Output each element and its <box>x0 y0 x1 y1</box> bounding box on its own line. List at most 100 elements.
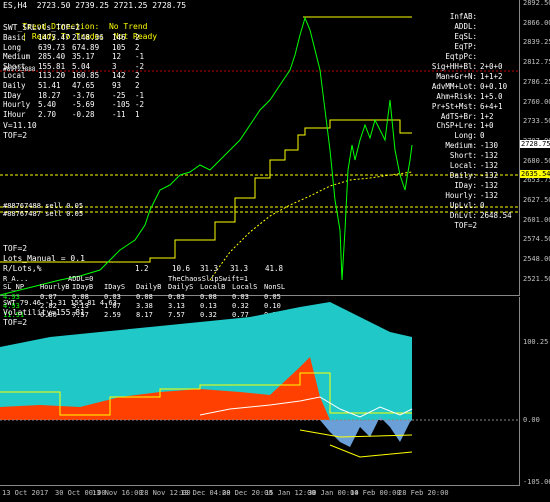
price-tick: 2733.50 <box>523 117 550 126</box>
risk-header-cell: DailyS <box>168 283 194 291</box>
right-value: 0+0.10 <box>480 81 508 91</box>
right-value: 0 <box>480 131 485 141</box>
price-tick: 2601.00 <box>523 215 550 224</box>
stats-cell: 146 <box>112 33 126 42</box>
stats-cell: 2 <box>135 81 140 90</box>
stats-cell: 47.65 <box>72 81 95 90</box>
right-value: -132 <box>480 151 499 161</box>
right-label: Short: <box>449 151 477 161</box>
indicator-svg <box>0 302 520 458</box>
right-label: Man+Gr+N: <box>436 71 477 81</box>
price-tick: 2760.00 <box>523 97 550 106</box>
dn-level-marker: 2635.54 <box>520 170 550 178</box>
risk-header-cell: HourlyB <box>40 283 70 291</box>
right-value: -132 <box>480 191 499 201</box>
stats-cell: -11 <box>112 109 126 119</box>
stats-cell: 2.70 <box>38 109 57 119</box>
right-label: AdvMM+Lot: <box>431 81 477 91</box>
price-tick: 2812.75 <box>523 58 550 67</box>
price-tick: 2866.00 <box>523 18 550 27</box>
right-label: ChSP+Lre: <box>436 121 477 131</box>
stats-cell: -1 <box>135 52 145 62</box>
stats-cell: 3 <box>112 61 117 71</box>
stats-cell: Daily <box>3 81 26 90</box>
right-label: Pr+St+Mst: <box>431 101 477 111</box>
stats-cell: 155.81 <box>38 61 66 71</box>
volatility-label: Volatility=155.81 <box>3 308 85 317</box>
right-value: 1+2 <box>480 111 494 121</box>
stats-cell: -5.69 <box>72 100 95 110</box>
right-value: -130 <box>480 141 499 151</box>
price-axis[interactable]: 2892.50 2866.00 2839.25 2812.75 2786.25 2760.… <box>520 0 550 486</box>
stats-cell: IDay <box>3 90 22 100</box>
indicator-tick: 0.00 <box>523 416 540 424</box>
risk-header-cell: DailyB <box>136 283 162 291</box>
time-tick: 13 Oct 2017 <box>2 489 49 497</box>
right-value: 1+1+2 <box>480 71 503 81</box>
stats-cell: Basic <box>3 33 26 42</box>
stats-cell: -25 <box>112 90 126 100</box>
right-label: Medium: <box>445 141 477 151</box>
srl-level-line <box>0 119 412 263</box>
stats-cell: Hourly <box>3 100 31 110</box>
srl-label: SWT_SRLvls_TOF=2 <box>3 23 81 32</box>
stats-cell: 5.40 <box>38 100 57 110</box>
risk-header-cell: IDayS <box>104 283 126 291</box>
stats-cell: -105 <box>112 100 131 110</box>
time-axis[interactable]: 13 Oct 2017 30 Oct 00:00 13 Nov 16:00 28 No… <box>0 485 520 502</box>
rlots-value: 10.6 <box>172 264 191 273</box>
stats-cell: 2 <box>135 33 140 42</box>
right-value: 6+4+1 <box>480 101 503 111</box>
stats-cell: 160.85 <box>72 71 100 81</box>
rlots-value: 41.8 <box>265 264 284 273</box>
stats-cell: Medium <box>3 52 31 62</box>
right-label: Daily: <box>449 171 477 181</box>
risk-header-cell: LocalS <box>232 283 258 291</box>
right-label: Long: <box>454 131 477 141</box>
right-label: EqSL: <box>454 31 477 41</box>
right-label: DnLvl: <box>449 211 477 220</box>
stats-cell: 113.20 <box>38 71 66 81</box>
price-tick: 2892.50 <box>523 0 550 7</box>
indicator-tick: 100.25 <box>523 338 549 346</box>
right-label: Ahm+Risk: <box>436 91 477 101</box>
price-tick: 2627.50 <box>523 196 550 204</box>
order-label: #89723888 <box>3 66 36 73</box>
current-price-marker: 2728.75 <box>520 140 550 148</box>
indicator-blue-area <box>320 417 412 447</box>
right-label: EqTP: <box>454 41 477 51</box>
indicator-tick: -105.06 <box>523 478 550 486</box>
right-label: IDay: <box>454 181 477 191</box>
risk-header-cell: SL_NP <box>3 283 25 291</box>
right-label: Hourly: <box>445 191 477 201</box>
price-tick: 2521.50 <box>523 274 550 283</box>
stats-cell: -2 <box>135 61 145 71</box>
stats-cell: 5.04 <box>72 61 91 71</box>
right-value: 2648.54 <box>480 211 512 220</box>
lots-manual-label: Lots_Manual = 0.1 <box>3 254 85 263</box>
right-value: 2+0+0 <box>480 61 503 71</box>
right-value: 0 <box>480 201 485 211</box>
right-label: InfAB: <box>449 12 477 21</box>
right-value: -132 <box>480 171 499 181</box>
indicator-panel[interactable]: SWT 79.46 -1.31 155.81 4.63 Volatility=1… <box>0 297 520 485</box>
right-label: UpLvl: <box>449 201 477 211</box>
indicator-lower-line <box>329 444 413 458</box>
stats-cell: 674.89 <box>72 42 100 52</box>
price-tick: 2574.50 <box>523 235 550 244</box>
indicator-tof: TOF=2 <box>3 318 28 327</box>
time-tick: 13 Nov 16:00 <box>92 489 143 497</box>
price-chart-panel[interactable]: ES,H4 2723.50 2739.25 2721.25 2728.75 Tr… <box>0 0 520 319</box>
price-tick: 2548.00 <box>523 255 550 264</box>
tof-label-bottom: TOF=2 <box>3 244 28 253</box>
stats-cell: -2 <box>135 100 145 110</box>
sell-order-label-2[interactable]: #88767487 sell 0.05 <box>3 209 83 219</box>
stats-cell: 51.41 <box>38 81 61 90</box>
rlots-label: R/Lots,% <box>3 264 42 273</box>
right-label: TOF=2 <box>454 220 477 230</box>
stats-cell: -0.28 <box>72 109 95 119</box>
stats-cell: 285.40 <box>38 52 66 62</box>
right-label: AdTS+Br: <box>440 111 477 121</box>
right-label: ADDL: <box>454 21 477 31</box>
window-title: ES,H4 2723.50 2739.25 2721.25 2728.75 <box>3 1 187 10</box>
